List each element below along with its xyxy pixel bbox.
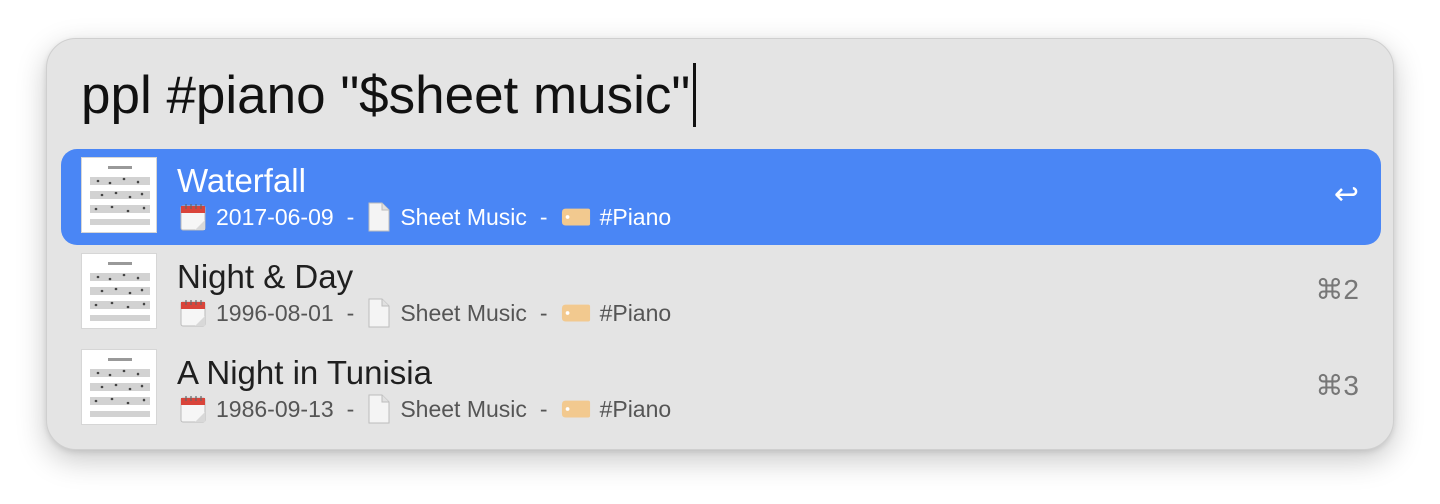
- text-caret: [693, 63, 697, 127]
- result-date: 2017-06-09: [216, 204, 334, 230]
- result-kind: Sheet Music: [400, 300, 527, 326]
- result-title: A Night in Tunisia: [177, 354, 432, 391]
- meta-separator: -: [539, 300, 548, 326]
- tag-icon: [561, 207, 591, 227]
- shortcut-label: ⌘3: [1315, 370, 1359, 401]
- search-query-text: ppl #piano "$sheet music": [81, 65, 691, 125]
- result-date: 1986-09-13: [216, 396, 334, 422]
- result-kind: Sheet Music: [400, 204, 527, 230]
- result-tag: #Piano: [599, 300, 672, 326]
- result-meta: 1986-09-13 - Sheet Music - #Piano: [179, 393, 671, 425]
- return-key-icon: ↩: [1333, 178, 1359, 211]
- tag-icon: [561, 303, 591, 323]
- result-tag: #Piano: [599, 204, 672, 230]
- calendar-icon: [179, 203, 207, 231]
- meta-separator: -: [346, 300, 355, 326]
- result-title: Waterfall: [177, 162, 306, 199]
- search-window: ppl #piano "$sheet music" Waterfall 2017…: [46, 38, 1394, 450]
- result-tag: #Piano: [599, 396, 672, 422]
- result-kind: Sheet Music: [400, 396, 527, 422]
- result-row-waterfall[interactable]: Waterfall 2017-06-09 - Sheet Music - #Pi…: [61, 149, 1381, 245]
- result-row-night-and-day[interactable]: Night & Day 1996-08-01 - Sheet Music - #…: [61, 245, 1381, 341]
- meta-separator: -: [539, 396, 548, 422]
- meta-separator: -: [346, 204, 355, 230]
- calendar-icon: [179, 299, 207, 327]
- document-icon: [367, 394, 391, 424]
- result-row-a-night-in-tunisia[interactable]: A Night in Tunisia 1986-09-13 - Sheet Mu…: [61, 341, 1381, 437]
- sheet-music-thumbnail: [81, 253, 157, 329]
- sheet-music-thumbnail: [81, 349, 157, 425]
- document-icon: [367, 202, 391, 232]
- sheet-music-thumbnail: [81, 157, 157, 233]
- document-icon: [367, 298, 391, 328]
- shortcut-label: ⌘2: [1315, 274, 1359, 305]
- result-title: Night & Day: [177, 258, 354, 295]
- result-date: 1996-08-01: [216, 300, 334, 326]
- tag-icon: [561, 399, 591, 419]
- search-query-field[interactable]: ppl #piano "$sheet music": [81, 61, 697, 129]
- result-meta: 2017-06-09 - Sheet Music - #Piano: [179, 201, 671, 233]
- result-meta: 1996-08-01 - Sheet Music - #Piano: [179, 297, 671, 329]
- meta-separator: -: [539, 204, 548, 230]
- results-list: Waterfall 2017-06-09 - Sheet Music - #Pi…: [61, 149, 1381, 437]
- calendar-icon: [179, 395, 207, 423]
- meta-separator: -: [346, 396, 355, 422]
